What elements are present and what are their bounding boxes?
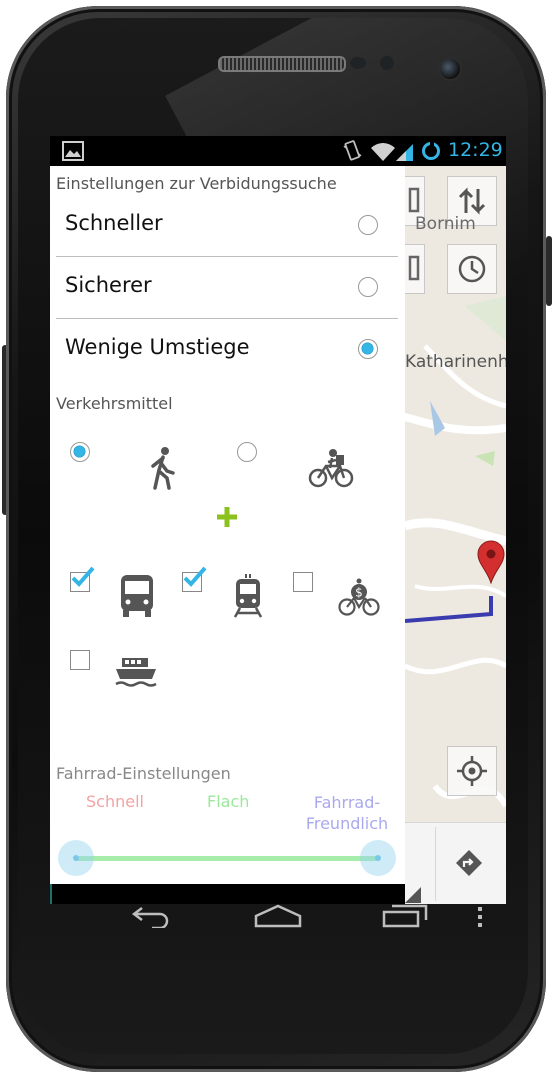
layers-icon <box>408 255 420 281</box>
radio-walk[interactable] <box>70 442 90 462</box>
map-marker-icon[interactable] <box>477 540 505 584</box>
my-location-icon <box>457 756 487 786</box>
vibrate-icon <box>343 140 362 161</box>
screen: 12:29 Bornim Katharinenh Einstellungen z… <box>50 136 506 904</box>
front-camera <box>438 57 462 81</box>
bus-icon <box>121 575 153 617</box>
map-view[interactable]: Bornim Katharinenh <box>405 166 506 904</box>
clock-icon <box>458 255 486 283</box>
recent-apps-icon[interactable] <box>382 904 428 928</box>
radio-bicycle[interactable] <box>237 442 257 462</box>
wifi-icon <box>371 143 395 161</box>
map-label-bornim: Bornim <box>415 214 476 234</box>
directions-icon[interactable] <box>455 849 483 877</box>
radio-wenige-umstiege[interactable] <box>358 339 378 359</box>
ferry-icon <box>115 658 157 687</box>
bicycle-icon <box>308 449 354 488</box>
slider-track <box>75 856 379 861</box>
earpiece-speaker <box>218 56 346 72</box>
option-label: Schneller <box>65 211 163 235</box>
radio-sicherer[interactable] <box>358 277 378 297</box>
bike-preference-slider[interactable] <box>58 840 396 878</box>
back-icon[interactable] <box>130 904 174 928</box>
proximity-sensor <box>350 57 366 69</box>
slider-handle-end[interactable] <box>360 840 396 876</box>
corner-indicator-icon <box>405 887 421 903</box>
checkbox-ferry[interactable] <box>70 650 90 670</box>
walk-icon <box>151 447 175 490</box>
routing-settings-header: Einstellungen zur Verbidungssuche <box>56 174 337 193</box>
radio-schneller[interactable] <box>358 215 378 235</box>
map-label-katharinenh: Katharinenh <box>405 352 506 372</box>
light-sensor <box>380 56 394 70</box>
slider-label-schnell: Schnell <box>86 792 144 811</box>
plus-icon <box>217 507 237 527</box>
option-schneller[interactable]: Schneller <box>56 195 398 257</box>
svg-text:$: $ <box>355 586 363 600</box>
status-bar: 12:29 <box>50 136 506 166</box>
checkbox-tram[interactable] <box>182 566 207 592</box>
map-bottom-bar <box>405 822 506 904</box>
slider-label-flach: Flach <box>207 792 250 811</box>
my-location-button[interactable] <box>447 746 497 796</box>
status-clock: 12:29 <box>448 139 503 161</box>
bike-rental-icon: $ <box>338 578 380 616</box>
device-frame: 12:29 Bornim Katharinenh Einstellungen z… <box>0 0 554 1080</box>
drawer-edge <box>50 884 52 904</box>
checkbox-bike-rental[interactable] <box>293 572 313 592</box>
map-layers-button-2[interactable] <box>405 244 425 294</box>
option-wenige-umstiege[interactable]: Wenige Umstiege <box>56 319 398 380</box>
sync-icon <box>422 141 440 160</box>
option-label: Sicherer <box>65 273 152 297</box>
checkbox-bus[interactable] <box>70 566 95 592</box>
transport-modes-header: Verkehrsmittel <box>56 394 173 413</box>
slider-handle-start[interactable] <box>58 840 94 876</box>
home-icon[interactable] <box>254 904 302 928</box>
slider-label-fahrrad-freundlich: Fahrrad-Freundlich <box>305 793 389 833</box>
gallery-notification-icon <box>62 141 84 161</box>
navigation-bar <box>50 904 506 928</box>
tram-icon <box>234 574 262 618</box>
option-label: Wenige Umstiege <box>65 335 250 359</box>
signal-icon <box>396 144 413 161</box>
time-button[interactable] <box>447 244 497 294</box>
settings-drawer: Einstellungen zur Verbidungssuche Schnel… <box>50 166 405 884</box>
menu-icon[interactable] <box>476 906 484 928</box>
bike-settings-header: Fahrrad-Einstellungen <box>56 764 231 783</box>
option-sicherer[interactable]: Sicherer <box>56 257 398 319</box>
power-button <box>546 236 552 306</box>
